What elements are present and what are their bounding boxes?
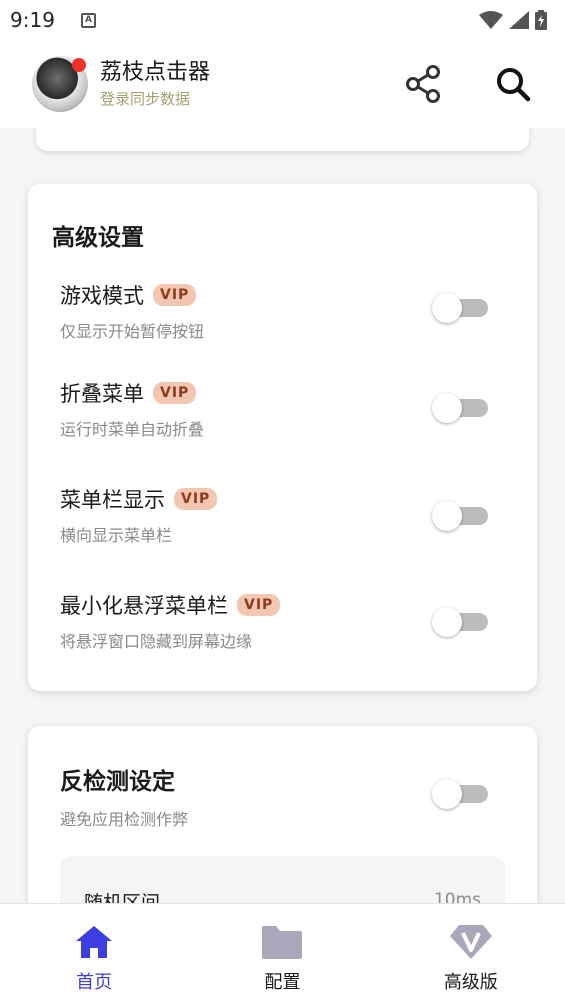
status-bar: 9:19 A	[0, 0, 565, 40]
folder-icon	[262, 926, 303, 959]
app-title: 荔枝点击器	[100, 60, 211, 85]
nav-label: 首页	[76, 972, 113, 993]
vip-badge: VIP	[174, 488, 218, 510]
random-range-value: 10ms	[433, 890, 481, 903]
avatar[interactable]	[32, 56, 88, 112]
setting-desc: 仅显示开始暂停按钮	[60, 322, 205, 341]
setting-label: 菜单栏显示 VIP	[60, 484, 218, 514]
setting-label-text: 菜单栏显示	[60, 488, 165, 512]
toggle-knob	[432, 293, 462, 323]
share-icon	[406, 65, 440, 103]
app-header: 荔枝点击器 登录同步数据	[0, 40, 565, 128]
setting-label-text: 折叠菜单	[60, 382, 144, 406]
header-actions	[403, 64, 533, 104]
menu-bar-display-toggle[interactable]	[432, 500, 488, 532]
vip-badge: VIP	[153, 284, 197, 306]
setting-label-text: 最小化悬浮菜单栏	[60, 594, 228, 618]
signal-icon	[509, 11, 529, 29]
anti-detection-desc: 避免应用检测作弊	[60, 810, 189, 829]
setting-desc: 运行时菜单自动折叠	[60, 420, 205, 439]
home-icon	[76, 926, 113, 958]
minimize-float-menu-toggle[interactable]	[432, 606, 488, 638]
notification-dot	[72, 58, 86, 72]
battery-icon	[535, 10, 547, 30]
setting-game-mode[interactable]: 游戏模式 VIP 仅显示开始暂停按钮	[28, 280, 537, 360]
toggle-knob	[432, 607, 462, 637]
anti-detection-card: 反检测设定 避免应用检测作弊 随机区间 10ms	[28, 726, 537, 903]
setting-minimize-float-menu[interactable]: 最小化悬浮菜单栏 VIP 将悬浮窗口隐藏到屏幕边缘	[28, 590, 537, 670]
bottom-nav: 首页 配置 高级版	[0, 903, 565, 1004]
vip-badge: VIP	[237, 594, 281, 616]
search-icon	[497, 68, 531, 102]
setting-desc: 横向显示菜单栏	[60, 526, 173, 545]
status-indicators	[479, 10, 547, 30]
vip-badge: VIP	[153, 382, 197, 404]
previous-card	[36, 128, 529, 151]
status-time: 9:19	[10, 8, 55, 32]
setting-fold-menu[interactable]: 折叠菜单 VIP 运行时菜单自动折叠	[28, 378, 537, 458]
search-button[interactable]	[493, 64, 533, 104]
nav-premium[interactable]: 高级版	[377, 904, 565, 1004]
anti-detection-title: 反检测设定	[60, 769, 175, 795]
toggle-knob	[432, 501, 462, 531]
nav-home[interactable]: 首页	[0, 904, 188, 1004]
toggle-knob	[432, 779, 462, 809]
setting-label: 最小化悬浮菜单栏 VIP	[60, 590, 281, 620]
advanced-settings-title: 高级设置	[52, 225, 144, 251]
setting-label: 折叠菜单 VIP	[60, 378, 197, 408]
fold-menu-toggle[interactable]	[432, 392, 488, 424]
wifi-icon	[479, 11, 503, 29]
notification-icon: A	[80, 12, 96, 28]
game-mode-toggle[interactable]	[432, 292, 488, 324]
nav-label: 配置	[264, 972, 301, 993]
random-range-panel[interactable]: 随机区间 10ms	[60, 856, 505, 903]
share-button[interactable]	[403, 64, 443, 104]
setting-label: 游戏模式 VIP	[60, 280, 197, 310]
random-range-label: 随机区间	[84, 892, 161, 903]
setting-desc: 将悬浮窗口隐藏到屏幕边缘	[60, 632, 253, 651]
nav-config[interactable]: 配置	[188, 904, 376, 1004]
login-sync-link[interactable]: 登录同步数据	[100, 89, 210, 109]
diamond-v-icon	[449, 925, 492, 959]
advanced-settings-card: 高级设置 游戏模式 VIP 仅显示开始暂停按钮 折叠菜单 VIP 运行时菜单自动…	[28, 184, 537, 691]
nav-label: 高级版	[443, 972, 498, 993]
main-content[interactable]: 高级设置 游戏模式 VIP 仅显示开始暂停按钮 折叠菜单 VIP 运行时菜单自动…	[0, 128, 565, 903]
header-text: 荔枝点击器 登录同步数据	[100, 59, 210, 109]
anti-detection-toggle[interactable]	[432, 778, 488, 810]
setting-menu-bar-display[interactable]: 菜单栏显示 VIP 横向显示菜单栏	[28, 484, 537, 564]
toggle-knob	[432, 393, 462, 423]
setting-label-text: 游戏模式	[60, 284, 144, 308]
